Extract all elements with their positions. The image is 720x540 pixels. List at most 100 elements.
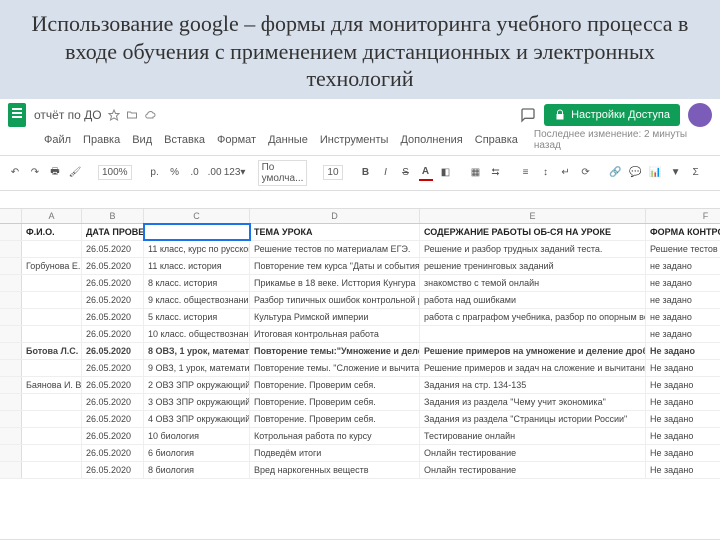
cell[interactable]: 4 ОВЗ ЗПР окружающий ми (144, 411, 250, 427)
cell[interactable]: Горбунова Е.Г. (22, 258, 82, 274)
cell[interactable]: Разбор типичных ошибок контрольной работ (250, 292, 420, 308)
zoom-select[interactable]: 100% (98, 165, 132, 180)
menu-help[interactable]: Справка (475, 134, 518, 146)
cell[interactable]: знакомство с темой онлайн (420, 275, 646, 291)
row-header[interactable] (0, 343, 22, 359)
v-align-button[interactable]: ↕ (539, 165, 553, 181)
text-rotation-button[interactable]: ⟳ (579, 165, 593, 181)
col-header[interactable]: D (250, 209, 420, 223)
cell[interactable] (22, 394, 82, 410)
selected-cell[interactable] (144, 224, 250, 240)
cell[interactable]: 10 биология (144, 428, 250, 444)
currency-format-button[interactable]: р. (148, 165, 162, 181)
row-header[interactable] (0, 462, 22, 478)
cell[interactable]: Решение примеров и задач на сложение и в… (420, 360, 646, 376)
cell[interactable]: 9 класс. обществознание (144, 292, 250, 308)
cell[interactable]: 26.05.2020 (82, 343, 144, 359)
move-to-folder-icon[interactable] (126, 109, 138, 121)
cell[interactable] (22, 428, 82, 444)
row-header[interactable] (0, 445, 22, 461)
functions-button[interactable]: Σ (689, 165, 703, 181)
cell[interactable]: Онлайн тестирование (420, 445, 646, 461)
cell[interactable]: Прикамье в 18 веке. Исттория Кунгура (250, 275, 420, 291)
text-wrap-button[interactable]: ↵ (559, 165, 573, 181)
formula-bar[interactable] (0, 191, 720, 209)
header-row[interactable]: Ф.И.О. ДАТА ПРОВЕДЕНИЯ УРОКА, класс ТЕМА… (0, 224, 720, 241)
undo-icon[interactable]: ↶ (8, 165, 22, 181)
select-all-cell[interactable] (0, 209, 22, 223)
insert-comment-button[interactable]: 💬 (629, 165, 643, 181)
row-header[interactable] (0, 377, 22, 393)
cell[interactable]: ТЕМА УРОКА (250, 224, 420, 240)
cell[interactable]: не задано (646, 292, 720, 308)
row-header[interactable] (0, 275, 22, 291)
fill-color-button[interactable]: ◧ (439, 165, 453, 181)
cell[interactable]: Ботова Л.С. (22, 343, 82, 359)
cell[interactable]: 6 биология (144, 445, 250, 461)
increase-decimal-button[interactable]: .00 (208, 165, 222, 181)
cell[interactable]: Решение тестов ЕГЭ. (646, 241, 720, 257)
decrease-decimal-button[interactable]: .0 (188, 165, 202, 181)
cell[interactable]: Вред наркогенных веществ (250, 462, 420, 478)
cell[interactable]: 10 класс. обществознание (144, 326, 250, 342)
table-row[interactable]: 26.05.20209 класс. обществознаниеРазбор … (0, 292, 720, 309)
row-header[interactable] (0, 292, 22, 308)
cell[interactable]: Не задано (646, 411, 720, 427)
menu-format[interactable]: Формат (217, 134, 256, 146)
col-header[interactable]: F (646, 209, 720, 223)
row-header[interactable] (0, 360, 22, 376)
row-header[interactable] (0, 241, 22, 257)
col-header[interactable]: B (82, 209, 144, 223)
table-row[interactable]: 26.05.20206 биологияПодведём итогиОнлайн… (0, 445, 720, 462)
insert-chart-button[interactable]: 📊 (649, 165, 663, 181)
cell[interactable]: 9 ОВЗ, 1 урок, математика (144, 360, 250, 376)
row-header[interactable] (0, 326, 22, 342)
col-header[interactable]: E (420, 209, 646, 223)
cell[interactable]: Итоговая контрольная работа (250, 326, 420, 342)
cell[interactable] (22, 445, 82, 461)
cell[interactable]: Культура Римской империи (250, 309, 420, 325)
cell[interactable]: 5 класс. история (144, 309, 250, 325)
cell[interactable]: Задания на стр. 134-135 (420, 377, 646, 393)
menu-data[interactable]: Данные (268, 134, 308, 146)
cell[interactable]: не задано (646, 309, 720, 325)
cell[interactable]: Не задано (646, 377, 720, 393)
text-color-button[interactable]: A (419, 165, 433, 181)
cell[interactable]: 26.05.2020 (82, 360, 144, 376)
spreadsheet-grid[interactable]: Ф.И.О. ДАТА ПРОВЕДЕНИЯ УРОКА, класс ТЕМА… (0, 224, 720, 479)
table-row[interactable]: 26.05.202011 класс, курс по русскому яРе… (0, 241, 720, 258)
cell[interactable]: 2 ОВЗ ЗПР окружающий ми (144, 377, 250, 393)
table-row[interactable]: 26.05.20204 ОВЗ ЗПР окружающий миПовторе… (0, 411, 720, 428)
cell[interactable]: 8 биология (144, 462, 250, 478)
menu-addons[interactable]: Дополнения (400, 134, 462, 146)
row-header[interactable] (0, 258, 22, 274)
comment-history-icon[interactable] (520, 107, 536, 123)
cell[interactable]: 26.05.2020 (82, 292, 144, 308)
table-row[interactable]: 26.05.20205 класс. историяКультура Римск… (0, 309, 720, 326)
percent-format-button[interactable]: % (168, 165, 182, 181)
cell[interactable]: Решение тестов по материалам ЕГЭ. (250, 241, 420, 257)
cell[interactable]: Решение и разбор трудных заданий теста. (420, 241, 646, 257)
cell[interactable]: Не задано (646, 445, 720, 461)
paint-format-icon[interactable]: 🖌 (68, 165, 82, 181)
cell[interactable] (22, 326, 82, 342)
merge-cells-button[interactable]: ⮀ (489, 165, 503, 181)
cell[interactable]: ДАТА ПРОВЕДЕНИЯ УРОКА, класс (82, 224, 144, 240)
cell[interactable] (22, 309, 82, 325)
menu-edit[interactable]: Правка (83, 134, 120, 146)
print-icon[interactable]: 🖶 (48, 165, 62, 181)
cell[interactable]: Подведём итоги (250, 445, 420, 461)
col-header[interactable]: C (144, 209, 250, 223)
bold-button[interactable]: B (359, 165, 373, 181)
cell[interactable]: Котрольная работа по курсу (250, 428, 420, 444)
font-select[interactable]: По умолча... (258, 160, 308, 186)
insert-link-button[interactable]: 🔗 (609, 165, 623, 181)
cell[interactable] (22, 360, 82, 376)
redo-icon[interactable]: ↷ (28, 165, 42, 181)
account-avatar[interactable] (688, 103, 712, 127)
cell[interactable]: Решение примеров на умножение и деление … (420, 343, 646, 359)
borders-button[interactable]: ▦ (469, 165, 483, 181)
row-header[interactable] (0, 428, 22, 444)
cell[interactable] (22, 411, 82, 427)
cell[interactable]: Задания из раздела "Чему учит экономика" (420, 394, 646, 410)
